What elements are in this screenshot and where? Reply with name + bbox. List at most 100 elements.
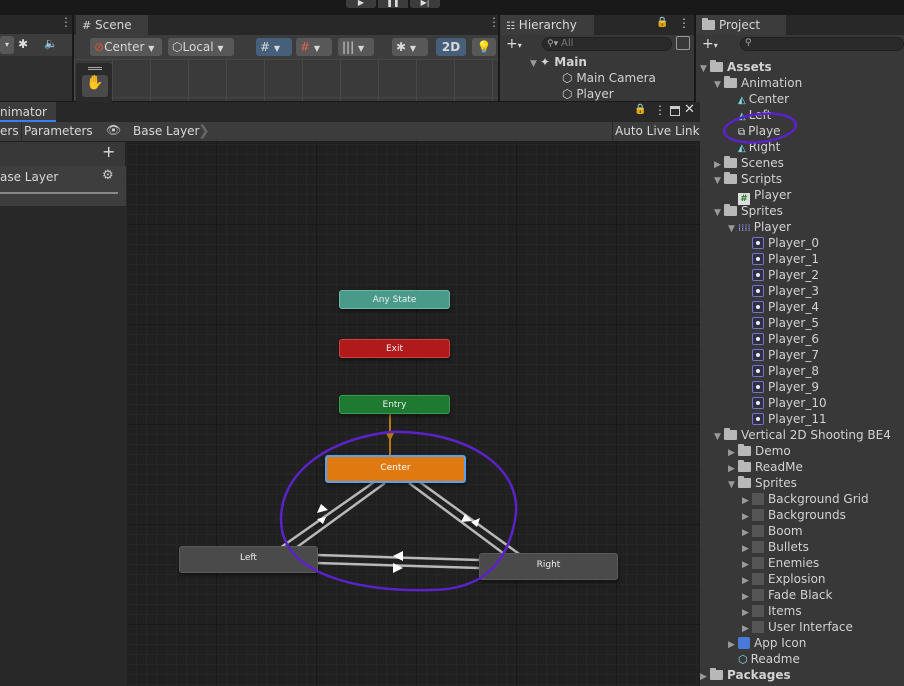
tab-animator[interactable]: nimator xyxy=(0,102,56,122)
step-icon[interactable]: ▶| xyxy=(410,0,440,8)
project-tree-item[interactable]: Player_9 xyxy=(742,379,819,395)
bug-icon[interactable]: ✱ xyxy=(18,37,36,53)
node-left[interactable]: Left xyxy=(179,546,318,573)
project-tree-item[interactable]: ▶ Packages xyxy=(700,667,791,683)
gear-icon[interactable]: ⚙ xyxy=(102,168,116,183)
draw-mode-button[interactable]: ||| ▼ xyxy=(338,38,374,56)
create-button[interactable]: +▾ xyxy=(506,36,532,52)
project-tree-item[interactable]: ⬡ Readme xyxy=(728,651,800,667)
dropdown-button[interactable]: ▾ xyxy=(0,36,14,54)
project-tree-item[interactable]: ▶ Scenes xyxy=(714,155,784,171)
scene-filter-icon[interactable] xyxy=(676,36,690,50)
pause-icon[interactable]: ❚❚ xyxy=(378,0,408,8)
project-tree-item[interactable]: ▶ Background Grid xyxy=(742,491,869,507)
project-tree-item[interactable]: Player_5 xyxy=(742,315,819,331)
state-machine-graph[interactable]: Any State Exit Entry Center Left Right xyxy=(127,142,700,686)
expand-arrow-icon[interactable]: ▼ xyxy=(728,221,738,237)
project-tree-item[interactable]: Player_7 xyxy=(742,347,819,363)
tab-parameters[interactable]: Parameters xyxy=(24,122,96,142)
2d-toggle[interactable]: 2D xyxy=(436,38,466,56)
drag-handle[interactable] xyxy=(88,67,102,70)
project-tree-item[interactable]: ◭ Center xyxy=(728,91,789,107)
project-tree-item[interactable]: Player_6 xyxy=(742,331,819,347)
more-options-icon[interactable]: ⋮ xyxy=(488,15,500,33)
project-tree-item[interactable]: Player_0 xyxy=(742,235,819,251)
expand-arrow-icon[interactable]: ▼ xyxy=(714,173,724,189)
project-tree-item[interactable]: ▼ Scripts xyxy=(714,171,782,187)
hierarchy-item-player[interactable]: ⬡ Player xyxy=(562,86,614,102)
scene-viewport[interactable]: ✋ xyxy=(74,59,498,103)
project-tree-item[interactable]: ◭ Left xyxy=(728,107,771,123)
project-tree-item[interactable]: ▶ Demo xyxy=(728,443,791,459)
layer-item-base-layer[interactable]: ase Layer ⚙ xyxy=(0,166,126,206)
expand-arrow-icon[interactable]: ▼ xyxy=(700,61,710,77)
project-tree-item[interactable]: ◭ Right xyxy=(728,139,780,155)
eye-icon[interactable]: 👁 xyxy=(106,123,124,139)
node-any-state[interactable]: Any State xyxy=(339,290,450,309)
hierarchy-search-input[interactable]: ⚲▾ All xyxy=(542,37,672,51)
close-icon[interactable]: ✕ xyxy=(684,102,696,118)
breadcrumb[interactable]: Base Layer xyxy=(130,122,206,142)
pivot-dropdown[interactable]: ⊘Center ▼ xyxy=(90,38,162,56)
project-tree-item[interactable]: ▶ Explosion xyxy=(742,571,826,587)
maximize-icon[interactable] xyxy=(670,106,680,116)
project-tree-item[interactable]: ▶ Boom xyxy=(742,523,803,539)
project-tree-item[interactable]: Player_10 xyxy=(742,395,827,411)
project-tree-item[interactable]: ▼ Sprites xyxy=(728,475,797,491)
project-tree-item[interactable]: ⧉ Playe xyxy=(728,123,781,139)
add-layer-button[interactable]: + xyxy=(102,142,118,162)
project-tree-item[interactable]: # Player xyxy=(728,187,791,205)
project-tree-item[interactable]: ▶ Items xyxy=(742,603,802,619)
tab-hierarchy[interactable]: ☷ Hierarchy xyxy=(500,15,594,35)
project-tree-item[interactable]: ▶ App Icon xyxy=(728,635,806,651)
project-tree-item[interactable]: ▼ Vertical 2D Shooting BE4 xyxy=(714,427,891,443)
audio-icon[interactable]: 🔈 xyxy=(44,37,64,53)
more-options-icon[interactable]: ⋮ xyxy=(654,103,666,119)
tab-project[interactable]: Project xyxy=(696,15,786,35)
project-tree-item[interactable]: Player_2 xyxy=(742,267,819,283)
create-button[interactable]: +▾ xyxy=(702,36,728,52)
expand-arrow-icon[interactable]: ▼ xyxy=(714,205,724,221)
project-tree-item[interactable]: Player_11 xyxy=(742,411,827,427)
layer-weight-slider[interactable] xyxy=(0,192,118,194)
project-tree-item[interactable]: ▼ Assets xyxy=(700,59,772,75)
tab-layers[interactable]: ers xyxy=(0,122,22,142)
collapse-arrow-icon[interactable]: ▶ xyxy=(700,669,710,685)
project-tree-item[interactable]: ▶ Backgrounds xyxy=(742,507,846,523)
project-tree-item[interactable]: Player_8 xyxy=(742,363,819,379)
node-entry[interactable]: Entry xyxy=(339,395,450,414)
hierarchy-item-main[interactable]: ▼ ✦ Main xyxy=(530,54,587,70)
project-tree-item[interactable]: ▼ Sprites xyxy=(714,203,783,219)
node-exit[interactable]: Exit xyxy=(339,339,450,358)
more-options-icon[interactable]: ⋮ xyxy=(60,15,72,33)
project-tree-item[interactable]: ▶ Fade Black xyxy=(742,587,832,603)
more-options-icon[interactable]: ⋮ xyxy=(678,16,690,32)
node-center[interactable]: Center xyxy=(325,455,466,483)
project-search-input[interactable]: ⚲ xyxy=(740,37,904,51)
space-dropdown[interactable]: ⬡Local ▼ xyxy=(168,38,234,56)
lock-icon[interactable]: 🔒 xyxy=(656,17,668,31)
effects-button[interactable]: ✱ ▼ xyxy=(392,38,428,56)
project-tree-item[interactable]: Player_3 xyxy=(742,283,819,299)
hand-tool-icon[interactable]: ✋ xyxy=(82,75,108,97)
expand-arrow-icon[interactable]: ▼ xyxy=(728,477,738,493)
project-tree-item[interactable]: Player_4 xyxy=(742,299,819,315)
node-right[interactable]: Right xyxy=(479,553,618,580)
lock-icon[interactable]: 🔒 xyxy=(634,104,646,118)
light-icon[interactable]: 💡 xyxy=(472,38,496,56)
expand-arrow-icon[interactable]: ▼ xyxy=(714,77,724,93)
project-tree-item[interactable]: ▼ ⁞⁞⁞⁞ Player xyxy=(728,219,791,235)
project-tree-item[interactable]: ▶ ReadMe xyxy=(728,459,803,475)
project-tree-item[interactable]: ▶ User Interface xyxy=(742,619,853,635)
auto-live-link-button[interactable]: Auto Live Link xyxy=(612,122,700,142)
expand-arrow-icon[interactable]: ▼ xyxy=(714,429,724,445)
tab-scene[interactable]: # Scene xyxy=(76,15,148,35)
project-tree-item[interactable]: Player_1 xyxy=(742,251,819,267)
project-tree-item[interactable]: ▶ Bullets xyxy=(742,539,809,555)
hierarchy-item-main-camera[interactable]: ⬡ Main Camera xyxy=(562,70,656,86)
expand-arrow-icon[interactable]: ▼ xyxy=(530,56,540,72)
increment-snap-button[interactable]: # ▼ xyxy=(296,38,332,56)
play-icon[interactable]: ▶ xyxy=(346,0,376,8)
project-tree-item[interactable]: ▶ Enemies xyxy=(742,555,819,571)
project-tree-item[interactable]: ▼ Animation xyxy=(714,75,802,91)
